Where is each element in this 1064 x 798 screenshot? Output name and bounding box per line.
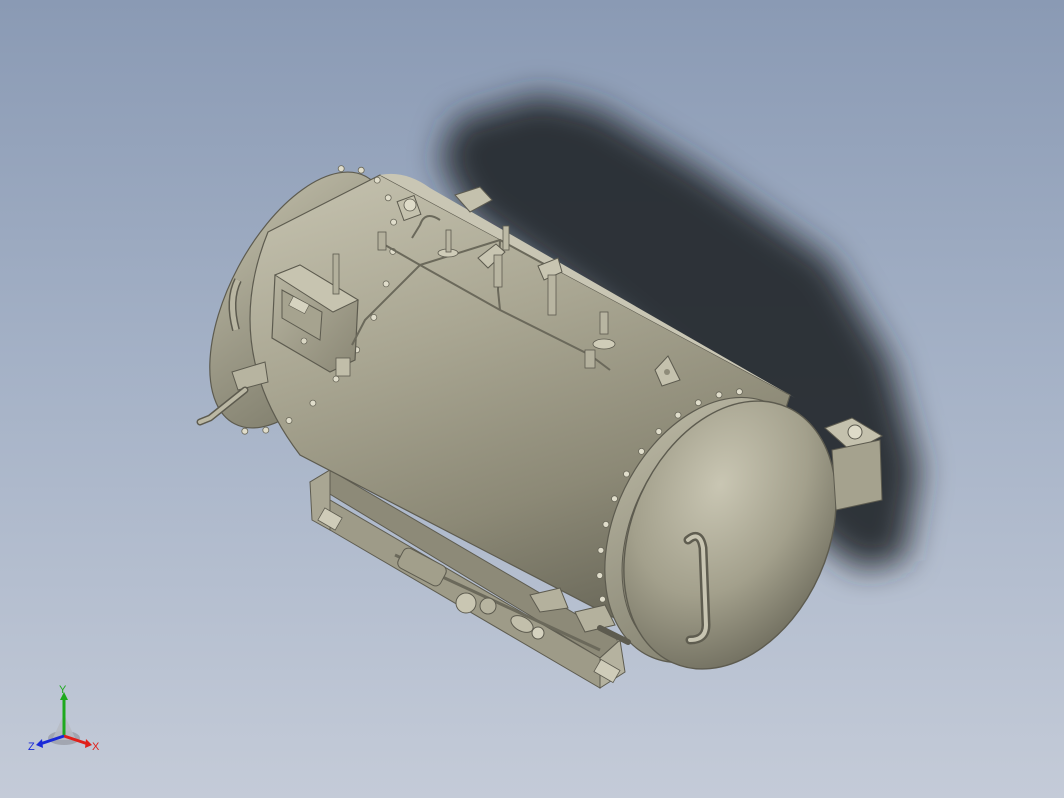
z-axis-arrow-icon	[36, 739, 43, 748]
bolt-icon	[382, 280, 390, 288]
x-axis-arrow-icon	[85, 739, 92, 748]
bolt-icon	[337, 165, 345, 173]
bolt-icon	[674, 411, 682, 419]
bolt-icon	[332, 375, 340, 383]
z-axis-label: Z	[28, 741, 35, 753]
bolt-icon	[694, 399, 702, 407]
bolt-icon	[390, 218, 398, 226]
bolt-icon	[370, 313, 378, 321]
y-axis-label: Y	[59, 684, 67, 696]
bolt-icon	[623, 470, 630, 478]
bolt-icon	[596, 572, 604, 579]
bolt-icon	[309, 399, 317, 407]
bolt-icon	[611, 495, 618, 503]
bolt-icon	[736, 388, 743, 396]
x-axis-label: X	[92, 741, 100, 753]
bolt-icon	[602, 521, 610, 528]
vessel-model[interactable]	[0, 0, 1064, 798]
bolt-icon	[241, 427, 249, 435]
bolt-icon	[715, 391, 723, 399]
bolt-icon	[262, 426, 270, 434]
bolt-icon	[597, 546, 605, 554]
cad-viewport[interactable]: Y X Z	[0, 0, 1064, 798]
bolt-icon	[384, 194, 392, 202]
bolt-icon	[599, 595, 606, 603]
axis-triad: Y X Z	[28, 684, 100, 753]
bolt-icon	[357, 166, 365, 174]
bolt-icon	[638, 447, 645, 455]
bolt-icon	[373, 176, 381, 184]
bolt-icon	[285, 417, 293, 424]
bolt-icon	[655, 428, 663, 435]
